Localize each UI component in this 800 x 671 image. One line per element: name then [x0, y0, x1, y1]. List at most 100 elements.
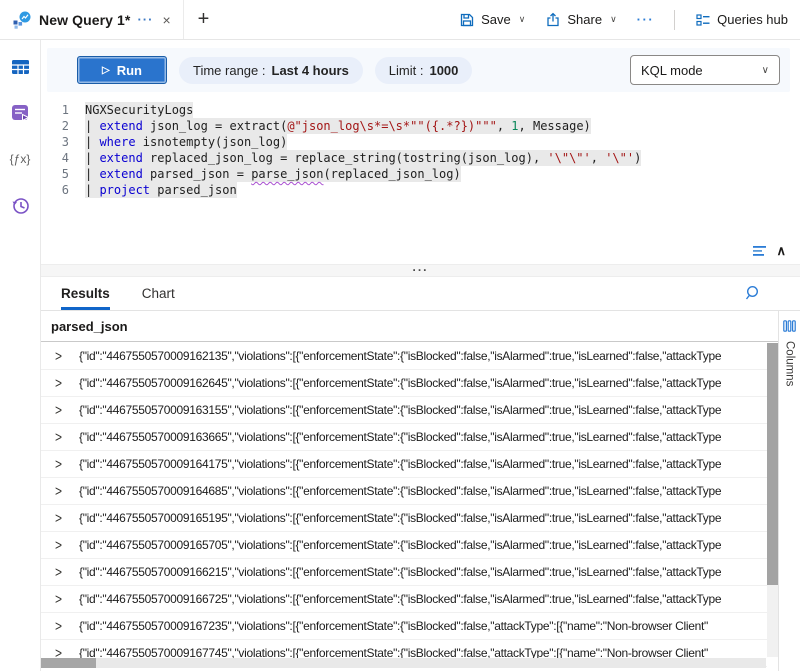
row-json-text: {"id":"4467550570009165195","violations"…: [79, 511, 767, 525]
expand-row-icon[interactable]: >: [55, 374, 79, 392]
tab-new-query[interactable]: New Query 1* ··· ×: [0, 0, 184, 39]
run-button[interactable]: ▷ Run: [77, 56, 167, 84]
code-text: | where isnotempty(json_log): [85, 134, 287, 150]
query-editor[interactable]: 1 NGXSecurityLogs 2 | extend json_log = …: [41, 92, 800, 238]
code-line: 2 | extend json_log = extract(@"json_log…: [41, 118, 800, 134]
expand-row-icon[interactable]: >: [55, 347, 79, 365]
columns-side-panel[interactable]: Columns: [778, 311, 800, 671]
line-number: 4: [41, 150, 85, 166]
columns-panel-label: Columns: [784, 341, 796, 386]
row-json-text: {"id":"4467550570009166215","violations"…: [79, 565, 767, 579]
results-grid: parsed_json > {"id":"4467550570009162135…: [41, 311, 800, 671]
limit-pill[interactable]: Limit : 1000: [375, 57, 473, 84]
tab-chart[interactable]: Chart: [142, 277, 175, 310]
code-text: | extend replaced_json_log = replace_str…: [85, 150, 641, 166]
line-number: 6: [41, 182, 85, 198]
table-row[interactable]: > {"id":"4467550570009162645","violation…: [41, 370, 767, 397]
code-text: | project parsed_json: [85, 182, 237, 198]
run-label: Run: [117, 63, 142, 78]
left-sidebar: {ƒx}: [0, 40, 41, 671]
more-actions-icon[interactable]: ···: [637, 12, 655, 27]
code-text: | extend parsed_json = parse_json(replac…: [85, 166, 461, 182]
collapse-editor-icon[interactable]: ∧: [776, 243, 786, 259]
tab-close-icon[interactable]: ×: [160, 12, 172, 28]
expand-row-icon[interactable]: >: [55, 428, 79, 446]
tab-title: New Query 1*: [39, 12, 130, 28]
expand-row-icon[interactable]: >: [55, 563, 79, 581]
queries-hub-button[interactable]: Queries hub: [695, 12, 788, 28]
panel-splitter[interactable]: ...: [41, 264, 800, 277]
row-json-text: {"id":"4467550570009162645","violations"…: [79, 376, 767, 390]
time-range-pill[interactable]: Time range : Last 4 hours: [179, 57, 363, 84]
table-row[interactable]: > {"id":"4467550570009163155","violation…: [41, 397, 767, 424]
tables-icon[interactable]: [9, 56, 31, 78]
adx-app-icon: [12, 10, 32, 30]
share-button[interactable]: Share ∨: [545, 12, 616, 28]
queries-icon[interactable]: [9, 102, 31, 124]
results-tab-bar: Results Chart: [41, 277, 800, 311]
vertical-scrollbar[interactable]: [767, 343, 778, 657]
table-row[interactable]: > {"id":"4467550570009164175","violation…: [41, 451, 767, 478]
save-icon: [459, 12, 475, 28]
line-number: 2: [41, 118, 85, 134]
query-history-icon[interactable]: [9, 194, 31, 216]
time-range-label: Time range :: [193, 63, 266, 78]
row-json-text: {"id":"4467550570009166725","violations"…: [79, 592, 767, 606]
horizontal-scrollbar[interactable]: [41, 658, 766, 668]
format-results-icon[interactable]: [752, 245, 769, 258]
code-line: 6 | project parsed_json: [41, 182, 800, 198]
expand-row-icon[interactable]: >: [55, 401, 79, 419]
row-json-text: {"id":"4467550570009164685","violations"…: [79, 484, 767, 498]
limit-value: 1000: [429, 63, 458, 78]
line-number: 5: [41, 166, 85, 182]
new-tab-button[interactable]: +: [184, 0, 224, 39]
expand-row-icon[interactable]: >: [55, 590, 79, 608]
table-row[interactable]: > {"id":"4467550570009164685","violation…: [41, 478, 767, 505]
row-json-text: {"id":"4467550570009167235","violations"…: [79, 619, 767, 633]
line-number: 3: [41, 134, 85, 150]
results-rows: > {"id":"4467550570009162135","violation…: [41, 343, 767, 671]
columns-icon: [783, 320, 796, 332]
code-line: 4 | extend replaced_json_log = replace_s…: [41, 150, 800, 166]
column-header-parsed-json[interactable]: parsed_json: [41, 311, 778, 342]
line-number: 1: [41, 102, 85, 118]
expand-row-icon[interactable]: >: [55, 482, 79, 500]
share-icon: [545, 12, 561, 28]
tab-results[interactable]: Results: [61, 277, 110, 310]
kql-mode-dropdown[interactable]: KQL mode ∨: [630, 55, 780, 85]
row-json-text: {"id":"4467550570009165705","violations"…: [79, 538, 767, 552]
table-row[interactable]: > {"id":"4467550570009163665","violation…: [41, 424, 767, 451]
code-text: | extend json_log = extract(@"json_log\s…: [85, 118, 591, 134]
table-row[interactable]: > {"id":"4467550570009165195","violation…: [41, 505, 767, 532]
table-row[interactable]: > {"id":"4467550570009166725","violation…: [41, 586, 767, 613]
run-play-icon: ▷: [102, 65, 110, 76]
table-row[interactable]: > {"id":"4467550570009166215","violation…: [41, 559, 767, 586]
queries-hub-label: Queries hub: [717, 12, 788, 27]
code-line: 5 | extend parsed_json = parse_json(repl…: [41, 166, 800, 182]
search-icon[interactable]: [745, 285, 762, 302]
row-json-text: {"id":"4467550570009164175","violations"…: [79, 457, 767, 471]
horizontal-scrollbar-thumb[interactable]: [41, 658, 96, 668]
save-button[interactable]: Save ∨: [459, 12, 525, 28]
expand-row-icon[interactable]: >: [55, 617, 79, 635]
limit-label: Limit :: [389, 63, 424, 78]
results-panel: Results Chart parsed_json: [41, 277, 800, 671]
app-body: {ƒx} ▷ Run Time range : Last 4 hours Lim…: [0, 40, 800, 671]
chevron-down-icon: ∨: [762, 65, 769, 76]
table-row[interactable]: > {"id":"4467550570009165705","violation…: [41, 532, 767, 559]
expand-row-icon[interactable]: >: [55, 536, 79, 554]
share-label: Share: [567, 12, 602, 27]
vertical-scrollbar-thumb[interactable]: [767, 343, 778, 585]
table-row[interactable]: > {"id":"4467550570009167235","violation…: [41, 613, 767, 640]
expand-row-icon[interactable]: >: [55, 509, 79, 527]
functions-icon[interactable]: {ƒx}: [9, 148, 31, 170]
topbar-actions: Save ∨ Share ∨ ···: [459, 0, 800, 39]
chevron-down-icon: ∨: [519, 14, 526, 25]
query-toolbar: ▷ Run Time range : Last 4 hours Limit : …: [47, 48, 790, 92]
row-json-text: {"id":"4467550570009163155","violations"…: [79, 403, 767, 417]
tab-more-icon[interactable]: ···: [137, 12, 153, 27]
table-row[interactable]: > {"id":"4467550570009162135","violation…: [41, 343, 767, 370]
queries-hub-icon: [695, 12, 711, 28]
expand-row-icon[interactable]: >: [55, 455, 79, 473]
code-line: 1 NGXSecurityLogs: [41, 102, 800, 118]
